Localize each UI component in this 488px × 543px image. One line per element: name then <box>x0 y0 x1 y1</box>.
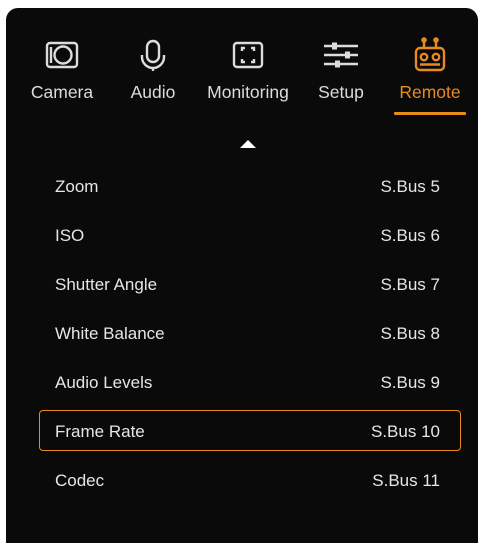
menu-tab-bar: Camera Audio Monitoring Setup Remote <box>6 8 478 120</box>
active-tab-indicator <box>394 112 466 115</box>
sliders-icon <box>321 36 361 74</box>
remote-controller-icon <box>410 36 450 74</box>
remote-mapping-list: Zoom S.Bus 5 ISO S.Bus 6 Shutter Angle S… <box>39 165 461 508</box>
up-arrow-icon[interactable] <box>240 140 256 148</box>
list-item-value: S.Bus 9 <box>380 373 440 392</box>
list-item-iso[interactable]: ISO S.Bus 6 <box>39 214 461 255</box>
list-item-shutter-angle[interactable]: Shutter Angle S.Bus 7 <box>39 263 461 304</box>
microphone-icon <box>133 36 173 74</box>
camera-icon <box>42 36 82 74</box>
list-item-codec[interactable]: Codec S.Bus 11 <box>39 459 461 500</box>
list-item-white-balance[interactable]: White Balance S.Bus 8 <box>39 312 461 353</box>
list-item-name: Audio Levels <box>55 373 153 392</box>
tab-camera-label: Camera <box>30 82 94 102</box>
list-item-name: Shutter Angle <box>55 275 158 294</box>
tab-camera[interactable]: Camera <box>28 8 96 120</box>
monitor-frame-icon <box>228 36 268 74</box>
tab-monitoring[interactable]: Monitoring <box>201 8 295 120</box>
list-item-name: ISO <box>55 226 85 245</box>
tab-monitoring-label: Monitoring <box>207 82 289 102</box>
list-item-value: S.Bus 10 <box>371 422 440 441</box>
tab-setup-label: Setup <box>318 82 364 102</box>
settings-panel: Camera Audio Monitoring Setup Remote Zoo… <box>6 8 478 543</box>
list-item-value: S.Bus 7 <box>380 275 440 294</box>
tab-setup[interactable]: Setup <box>310 8 372 120</box>
list-item-name: White Balance <box>55 324 165 343</box>
list-item-value: S.Bus 8 <box>380 324 440 343</box>
list-item-audio-levels[interactable]: Audio Levels S.Bus 9 <box>39 361 461 402</box>
tab-remote[interactable]: Remote <box>390 8 470 120</box>
list-item-value: S.Bus 5 <box>380 177 440 196</box>
list-item-name: Frame Rate <box>55 422 145 441</box>
tab-audio[interactable]: Audio <box>120 8 186 120</box>
list-item-zoom[interactable]: Zoom S.Bus 5 <box>39 165 461 206</box>
list-item-value: S.Bus 11 <box>372 471 440 490</box>
tab-remote-label: Remote <box>399 82 461 102</box>
tab-audio-label: Audio <box>130 82 176 102</box>
list-item-frame-rate[interactable]: Frame Rate S.Bus 10 <box>39 410 461 451</box>
list-item-value: S.Bus 6 <box>380 226 440 245</box>
list-item-name: Zoom <box>55 177 99 196</box>
list-item-name: Codec <box>55 471 105 490</box>
